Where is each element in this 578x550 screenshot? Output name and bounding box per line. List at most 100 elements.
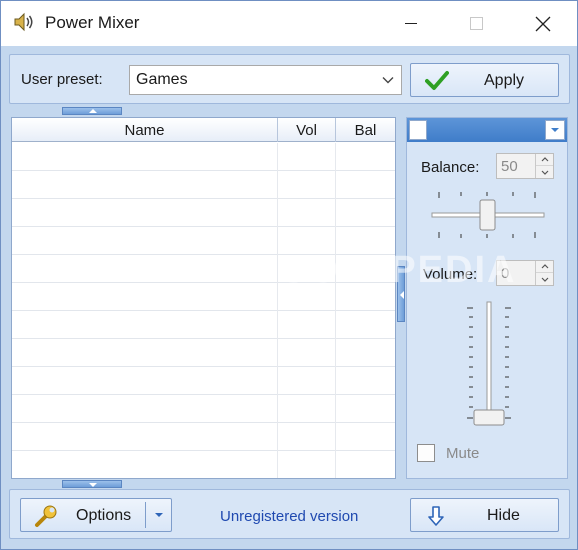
wrench-icon [35,505,57,527]
bal-cell [336,367,395,395]
collapse-top-handle[interactable] [62,107,122,115]
table-row[interactable] [12,227,395,255]
vol-cell [278,423,336,451]
table-row[interactable] [12,367,395,395]
column-header-name[interactable]: Name [12,118,278,142]
apply-label: Apply [484,72,525,89]
preset-select[interactable]: Games [129,65,402,95]
volume-label: Volume: [423,266,478,283]
name-cell [12,171,278,199]
balance-ticks-top [438,192,536,198]
bal-cell [336,311,395,339]
mute-checkbox[interactable] [417,444,435,462]
column-header-name-label: Name [124,121,165,139]
triangle-up-icon [89,109,97,113]
name-cell [12,395,278,423]
vol-cell [278,283,336,311]
vol-cell [278,227,336,255]
table-row[interactable] [12,339,395,367]
window-title: Power Mixer [45,13,140,32]
balance-spinner[interactable]: 50 [496,153,554,179]
minimize-button[interactable] [388,1,434,46]
vol-cell [278,451,336,478]
table-row[interactable] [12,199,395,227]
bal-cell [336,395,395,423]
collapse-side-handle[interactable] [397,266,405,322]
maximize-button[interactable] [453,1,499,46]
hide-button[interactable]: Hide [410,498,559,532]
volume-spinner[interactable]: 0 [496,260,554,286]
table-row[interactable] [12,451,395,478]
bal-cell [336,171,395,199]
triangle-down-icon [89,483,97,487]
volume-decrement-button[interactable] [536,273,553,285]
triangle-down-icon [551,128,559,132]
name-cell [12,367,278,395]
preset-label: User preset: [21,71,103,88]
balance-thumb[interactable] [479,199,496,231]
maximize-icon [469,17,483,30]
collapse-bottom-handle[interactable] [62,480,122,488]
options-button[interactable]: Options [20,498,172,532]
volume-increment-button[interactable] [536,261,553,273]
bal-cell [336,199,395,227]
name-cell [12,227,278,255]
apply-button[interactable]: Apply [410,63,559,97]
triangle-down-icon [154,513,163,517]
vol-cell [278,339,336,367]
vol-cell [278,199,336,227]
balance-slider[interactable] [427,188,547,244]
balance-ticks-bottom [438,232,536,238]
vol-cell [278,143,336,171]
bal-cell [336,339,395,367]
chevron-down-icon [541,277,548,282]
mixer-list[interactable]: Name Vol Bal [11,117,396,479]
arrow-down-icon [428,506,444,526]
volume-ticks-right [505,307,511,419]
table-row[interactable] [12,311,395,339]
name-cell [12,199,278,227]
name-cell [12,143,278,171]
name-cell [12,283,278,311]
name-cell [12,339,278,367]
vol-cell [278,311,336,339]
power-mixer-window: Power Mixer User preset: Games Apply Nam… [0,0,578,550]
column-header-vol[interactable]: Vol [278,118,336,142]
triangle-left-icon [400,291,404,299]
column-header-bal[interactable]: Bal [336,118,395,142]
balance-value: 50 [501,158,518,175]
vol-cell [278,395,336,423]
list-header: Name Vol Bal [12,118,395,142]
table-row[interactable] [12,283,395,311]
preset-value: Games [136,71,188,88]
balance-increment-button[interactable] [536,154,553,166]
registration-status[interactable]: Unregistered version [220,508,358,525]
vol-cell [278,171,336,199]
channel-selector[interactable] [407,118,567,142]
table-row[interactable] [12,255,395,283]
volume-thumb[interactable] [473,409,505,426]
table-row[interactable] [12,423,395,451]
chevron-down-icon [541,170,548,175]
table-row[interactable] [12,395,395,423]
vol-cell [278,255,336,283]
balance-decrement-button[interactable] [536,166,553,178]
bal-cell [336,423,395,451]
chevron-down-icon [382,77,394,84]
bal-cell [336,451,395,478]
channel-control-panel: Balance: 50 Volume: 0 Mute [406,117,568,479]
name-cell [12,255,278,283]
column-header-bal-label: Bal [354,121,377,139]
options-dropdown-button[interactable] [146,499,171,531]
volume-value: 0 [501,265,510,282]
options-label: Options [76,507,132,524]
minimize-icon [405,23,417,24]
close-button[interactable] [520,1,566,46]
table-row[interactable] [12,143,395,171]
channel-dropdown-button[interactable] [545,120,565,140]
name-cell [12,311,278,339]
table-row[interactable] [12,171,395,199]
checkmark-icon [425,71,449,90]
close-icon [535,16,551,31]
volume-slider[interactable] [459,296,519,428]
